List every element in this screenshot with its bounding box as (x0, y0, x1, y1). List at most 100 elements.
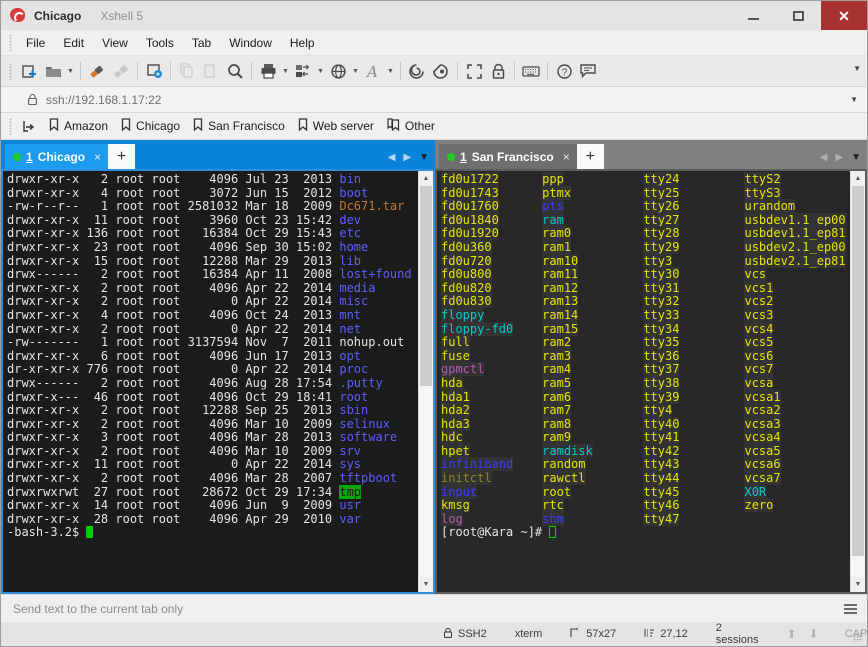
terminal-chicago[interactable]: drwxr-xr-x 2 root root 4096 Jul 23 2013 … (3, 171, 418, 592)
help-icon[interactable]: ? (552, 59, 576, 83)
file-transfer-dropdown-icon[interactable]: ▼ (315, 59, 326, 83)
bookmark-web-server[interactable]: Web server (293, 115, 382, 138)
chevron-down-icon[interactable]: ▼ (850, 95, 858, 104)
device-name: shm (542, 511, 564, 526)
column-pad (679, 322, 744, 336)
device-name: urandom (744, 199, 796, 214)
tab-close-icon[interactable]: × (563, 150, 570, 164)
device-name: ram13 (542, 294, 579, 309)
tab-scroll-left-icon[interactable]: ◀ (388, 152, 396, 163)
status-sessions: 2 sessions (715, 622, 759, 646)
tab-list-icon[interactable]: ▼ (419, 152, 429, 163)
xshell-icon[interactable] (405, 59, 429, 83)
menu-edit[interactable]: Edit (54, 32, 93, 54)
terminal-scrollbar-right[interactable]: ▲ ▼ (850, 171, 865, 592)
address-bar[interactable]: ssh://192.168.1.17:22 ▼ (1, 87, 867, 113)
column-pad (679, 186, 744, 200)
column-pad (679, 294, 744, 308)
file-name: Dc671.tar (339, 199, 405, 214)
resize-grip[interactable] (853, 632, 863, 642)
minimize-button[interactable] (731, 1, 776, 30)
column-pad (571, 376, 643, 390)
bookmark-chicago[interactable]: Chicago (116, 115, 188, 138)
send-text-bar[interactable]: Send text to the current tab only (1, 594, 867, 622)
open-folder-dropdown-icon[interactable]: ▼ (65, 59, 76, 83)
terminal-line: drwxr-xr-x 2 root root 0 Apr 22 2014 mis… (7, 295, 418, 309)
bookmark-amazon[interactable]: Amazon (44, 115, 116, 138)
font-icon[interactable]: A (361, 59, 385, 83)
column-pad (470, 403, 542, 417)
globe-dropdown-icon[interactable]: ▼ (350, 59, 361, 83)
toolbar-divider (137, 62, 138, 80)
file-name: opt (339, 348, 362, 363)
connect-icon[interactable] (85, 59, 109, 83)
globe-icon[interactable] (326, 59, 350, 83)
disconnect-icon (109, 59, 133, 83)
column-pad (513, 322, 542, 336)
column-pad (470, 390, 542, 404)
menu-file[interactable]: File (17, 32, 54, 54)
file-name: boot (339, 185, 369, 200)
toolbar-grip[interactable] (9, 62, 12, 80)
maximize-button[interactable] (776, 1, 821, 30)
hamburger-icon[interactable] (844, 603, 857, 614)
column-pad (571, 335, 643, 349)
file-name: misc (339, 294, 369, 309)
keyboard-icon[interactable] (519, 59, 543, 83)
file-meta: drwxr-xr-x 136 root root 16384 Oct 29 15… (7, 226, 340, 241)
scrollbar-track[interactable] (851, 186, 865, 577)
scroll-up-icon[interactable]: ▲ (419, 171, 433, 186)
xftp-icon[interactable] (429, 59, 453, 83)
fullscreen-icon[interactable] (462, 59, 486, 83)
file-name: sys (339, 457, 362, 472)
bookmark-grip[interactable] (9, 117, 12, 135)
status-size: 57x27 (570, 627, 616, 642)
jump-to-bookmark-button[interactable] (17, 116, 44, 136)
device-name: hda (441, 375, 463, 390)
print-dropdown-icon[interactable]: ▼ (280, 59, 291, 83)
scroll-down-icon[interactable]: ▼ (851, 577, 865, 592)
tab-close-icon[interactable]: × (94, 150, 101, 164)
file-meta: drwxr-xr-x 2 root root 4096 Mar 10 2009 (7, 416, 340, 431)
font-dropdown-icon[interactable]: ▼ (385, 59, 396, 83)
tab-scroll-left-icon[interactable]: ◀ (820, 152, 828, 163)
file-transfer-icon[interactable] (291, 59, 315, 83)
menu-tab[interactable]: Tab (183, 32, 220, 54)
toolbar-overflow-icon[interactable]: ▼ (853, 64, 861, 73)
close-button[interactable]: ✕ (821, 1, 867, 30)
scrollbar-track[interactable] (419, 186, 433, 577)
menu-view[interactable]: View (93, 32, 137, 54)
open-folder-icon[interactable] (41, 59, 65, 83)
session-properties-icon[interactable] (142, 59, 166, 83)
device-name: tty24 (643, 172, 680, 186)
column-pad (564, 512, 643, 526)
tab-scroll-right-icon[interactable]: ▶ (835, 152, 843, 163)
tab-list-icon[interactable]: ▼ (851, 152, 861, 163)
column-pad (679, 335, 744, 349)
terminal-scrollbar-left[interactable]: ▲ ▼ (418, 171, 433, 592)
tab-san-francisco[interactable]: 1 San Francisco × (439, 144, 577, 169)
menu-help[interactable]: Help (281, 32, 324, 54)
menu-tools[interactable]: Tools (137, 32, 183, 54)
new-session-icon[interactable] (17, 59, 41, 83)
scroll-up-icon[interactable]: ▲ (851, 171, 865, 186)
bookmark-san-francisco[interactable]: San Francisco (188, 115, 293, 138)
find-icon[interactable] (223, 59, 247, 83)
address-input[interactable]: ssh://192.168.1.17:22 (46, 93, 161, 107)
tab-chicago[interactable]: 1 Chicago × (5, 144, 109, 169)
tab-scroll-right-icon[interactable]: ▶ (403, 152, 411, 163)
bookmark-other-group[interactable]: Other (382, 115, 443, 138)
menu-grip[interactable] (9, 34, 12, 51)
terminal-san-francisco[interactable]: fd0u1722 ppp tty24 ttyS2 fd0u1743 ptmx tt… (437, 171, 850, 592)
lock-icon[interactable] (486, 59, 510, 83)
device-name: vcsa2 (744, 403, 781, 418)
cursor-pos-icon (644, 627, 655, 642)
new-tab-button-right[interactable]: + (576, 144, 604, 169)
comment-icon[interactable] (576, 59, 600, 83)
print-icon[interactable] (256, 59, 280, 83)
scroll-down-icon[interactable]: ▼ (419, 577, 433, 592)
send-text-input[interactable]: Send text to the current tab only (13, 602, 183, 616)
terminal-line: full ram2 tty35 vcs5 (441, 335, 850, 350)
new-tab-button-left[interactable]: + (108, 144, 136, 169)
menu-window[interactable]: Window (220, 32, 281, 54)
